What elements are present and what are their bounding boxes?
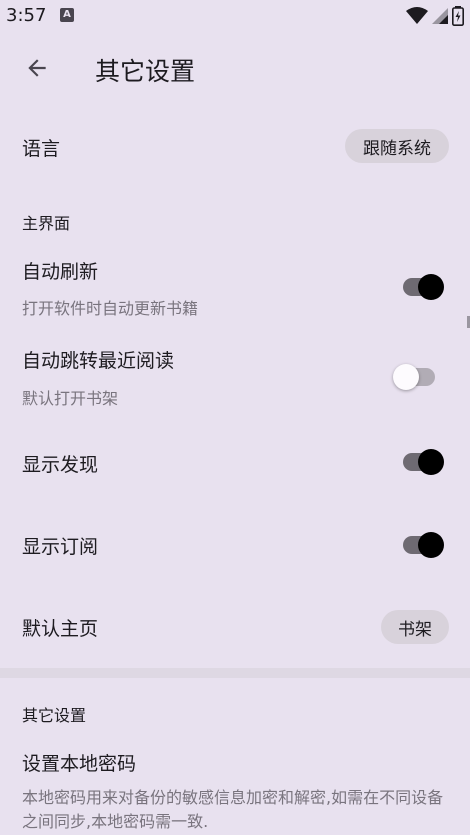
default-home-value-chip[interactable]: 书架 (381, 610, 449, 644)
auto-refresh-label: 自动刷新 (22, 261, 99, 283)
auto-jump-label: 自动跳转最近阅读 (22, 350, 175, 372)
main-ui-section-title: 主界面 (22, 214, 71, 233)
switch-thumb (418, 449, 444, 475)
auto-jump-switch[interactable] (393, 362, 445, 392)
language-value-chip[interactable]: 跟随系统 (345, 129, 449, 163)
auto-refresh-switch[interactable] (401, 272, 445, 302)
switch-thumb (418, 532, 444, 558)
show-discover-preference[interactable]: 显示发现 (0, 440, 470, 486)
show-discover-switch[interactable] (401, 447, 445, 477)
show-rss-switch[interactable] (401, 530, 445, 560)
other-section-title: 其它设置 (22, 706, 87, 725)
cellular-signal-icon (432, 8, 448, 24)
page-title: 其它设置 (95, 57, 196, 86)
local-password-label: 设置本地密码 (22, 753, 137, 775)
battery-icon (452, 6, 464, 26)
show-discover-label: 显示发现 (22, 454, 99, 476)
default-home-preference[interactable]: 默认主页 书架 (0, 604, 470, 650)
local-password-summary: 本地密码用来对备份的敏感信息加密和解密,如需在不同设备之间同步,本地密码需一致. (22, 788, 444, 831)
status-time: 3:57 (6, 5, 47, 26)
show-rss-preference[interactable]: 显示订阅 (0, 522, 470, 568)
wifi-icon (406, 7, 428, 24)
default-home-label: 默认主页 (22, 618, 99, 640)
arrow-back-icon (28, 59, 46, 77)
auto-refresh-summary: 打开软件时自动更新书籍 (22, 299, 199, 318)
status-icons (406, 6, 464, 26)
top-app-bar: 其它设置 (0, 34, 470, 104)
switch-thumb (393, 364, 419, 390)
language-preference[interactable]: 语言 跟随系统 (0, 124, 470, 170)
section-divider (0, 668, 470, 678)
auto-jump-summary: 默认打开书架 (22, 389, 119, 408)
back-button[interactable] (22, 53, 52, 83)
notification-a-icon: A (60, 8, 74, 22)
auto-jump-preference[interactable]: 自动跳转最近阅读 默认打开书架 (0, 340, 470, 416)
status-bar: 3:57 A (0, 0, 470, 34)
show-rss-label: 显示订阅 (22, 536, 99, 558)
switch-thumb (418, 274, 444, 300)
language-label: 语言 (22, 138, 61, 160)
auto-refresh-preference[interactable]: 自动刷新 打开软件时自动更新书籍 (0, 250, 470, 326)
